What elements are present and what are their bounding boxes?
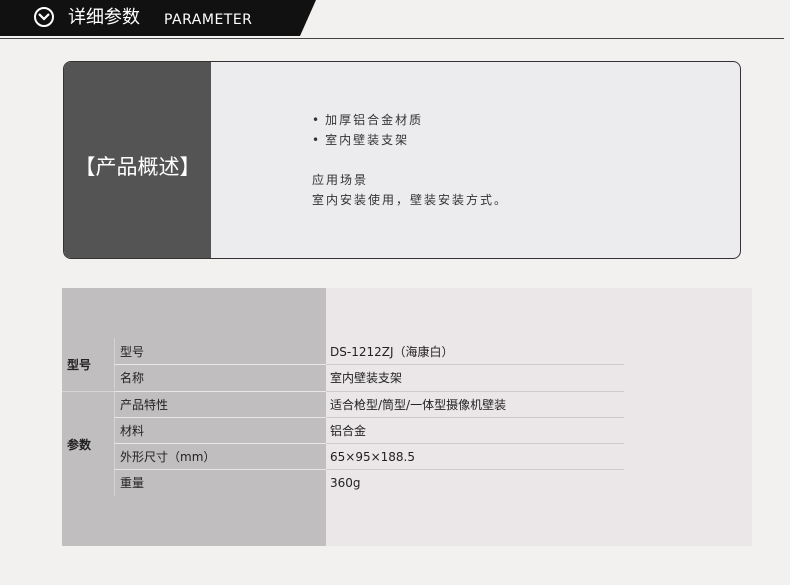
header-subtitle: PARAMETER	[164, 12, 253, 28]
overview-body: 加厚铝合金材质 室内壁装支架 应用场景 室内安装使用，壁装安装方式。	[312, 110, 508, 210]
header-divider	[0, 38, 784, 39]
param-value: 室内壁装支架	[330, 371, 403, 385]
table-row: 材料 铝合金	[62, 418, 752, 444]
param-key: 型号	[120, 345, 145, 359]
feature-list: 加厚铝合金材质 室内壁装支架	[312, 110, 508, 150]
header-title: 详细参数	[68, 7, 140, 28]
param-value: 360g	[330, 476, 361, 490]
table-row: 型号 DS-1212ZJ（海康白）	[62, 339, 752, 365]
scene-title: 应用场景	[312, 173, 369, 187]
overview-label-panel: 【产品概述】	[64, 62, 211, 258]
param-key: 名称	[120, 371, 145, 385]
scene-text: 室内安装使用，壁装安装方式。	[312, 193, 509, 207]
feature-item: 加厚铝合金材质	[312, 110, 508, 130]
header-bar-tip	[300, 0, 316, 36]
table-row: 产品特性 适合枪型/筒型/一体型摄像机壁装	[62, 392, 752, 418]
param-value: DS-1212ZJ（海康白）	[330, 345, 454, 359]
parameter-table: 型号 型号 DS-1212ZJ（海康白） 名称 室内壁装支架 参数 产品特性 适…	[62, 288, 752, 546]
feature-item: 室内壁装支架	[312, 130, 508, 150]
param-key: 重量	[120, 476, 145, 490]
chevron-down-circle-icon	[34, 7, 54, 27]
overview-card: 【产品概述】 加厚铝合金材质 室内壁装支架 应用场景 室内安装使用，壁装安装方式…	[63, 61, 741, 259]
param-value: 铝合金	[330, 424, 367, 438]
table-row: 重量 360g	[62, 470, 752, 496]
param-key: 外形尺寸（mm）	[120, 450, 216, 464]
section-header: 详细参数 PARAMETER	[0, 0, 790, 40]
overview-title: 【产品概述】	[74, 155, 201, 179]
param-key: 材料	[120, 424, 145, 438]
table-row: 名称 室内壁装支架	[62, 365, 752, 391]
param-value: 适合枪型/筒型/一体型摄像机壁装	[330, 398, 507, 412]
param-key: 产品特性	[120, 398, 169, 412]
table-row: 外形尺寸（mm） 65×95×188.5	[62, 444, 752, 470]
param-value: 65×95×188.5	[330, 450, 416, 464]
